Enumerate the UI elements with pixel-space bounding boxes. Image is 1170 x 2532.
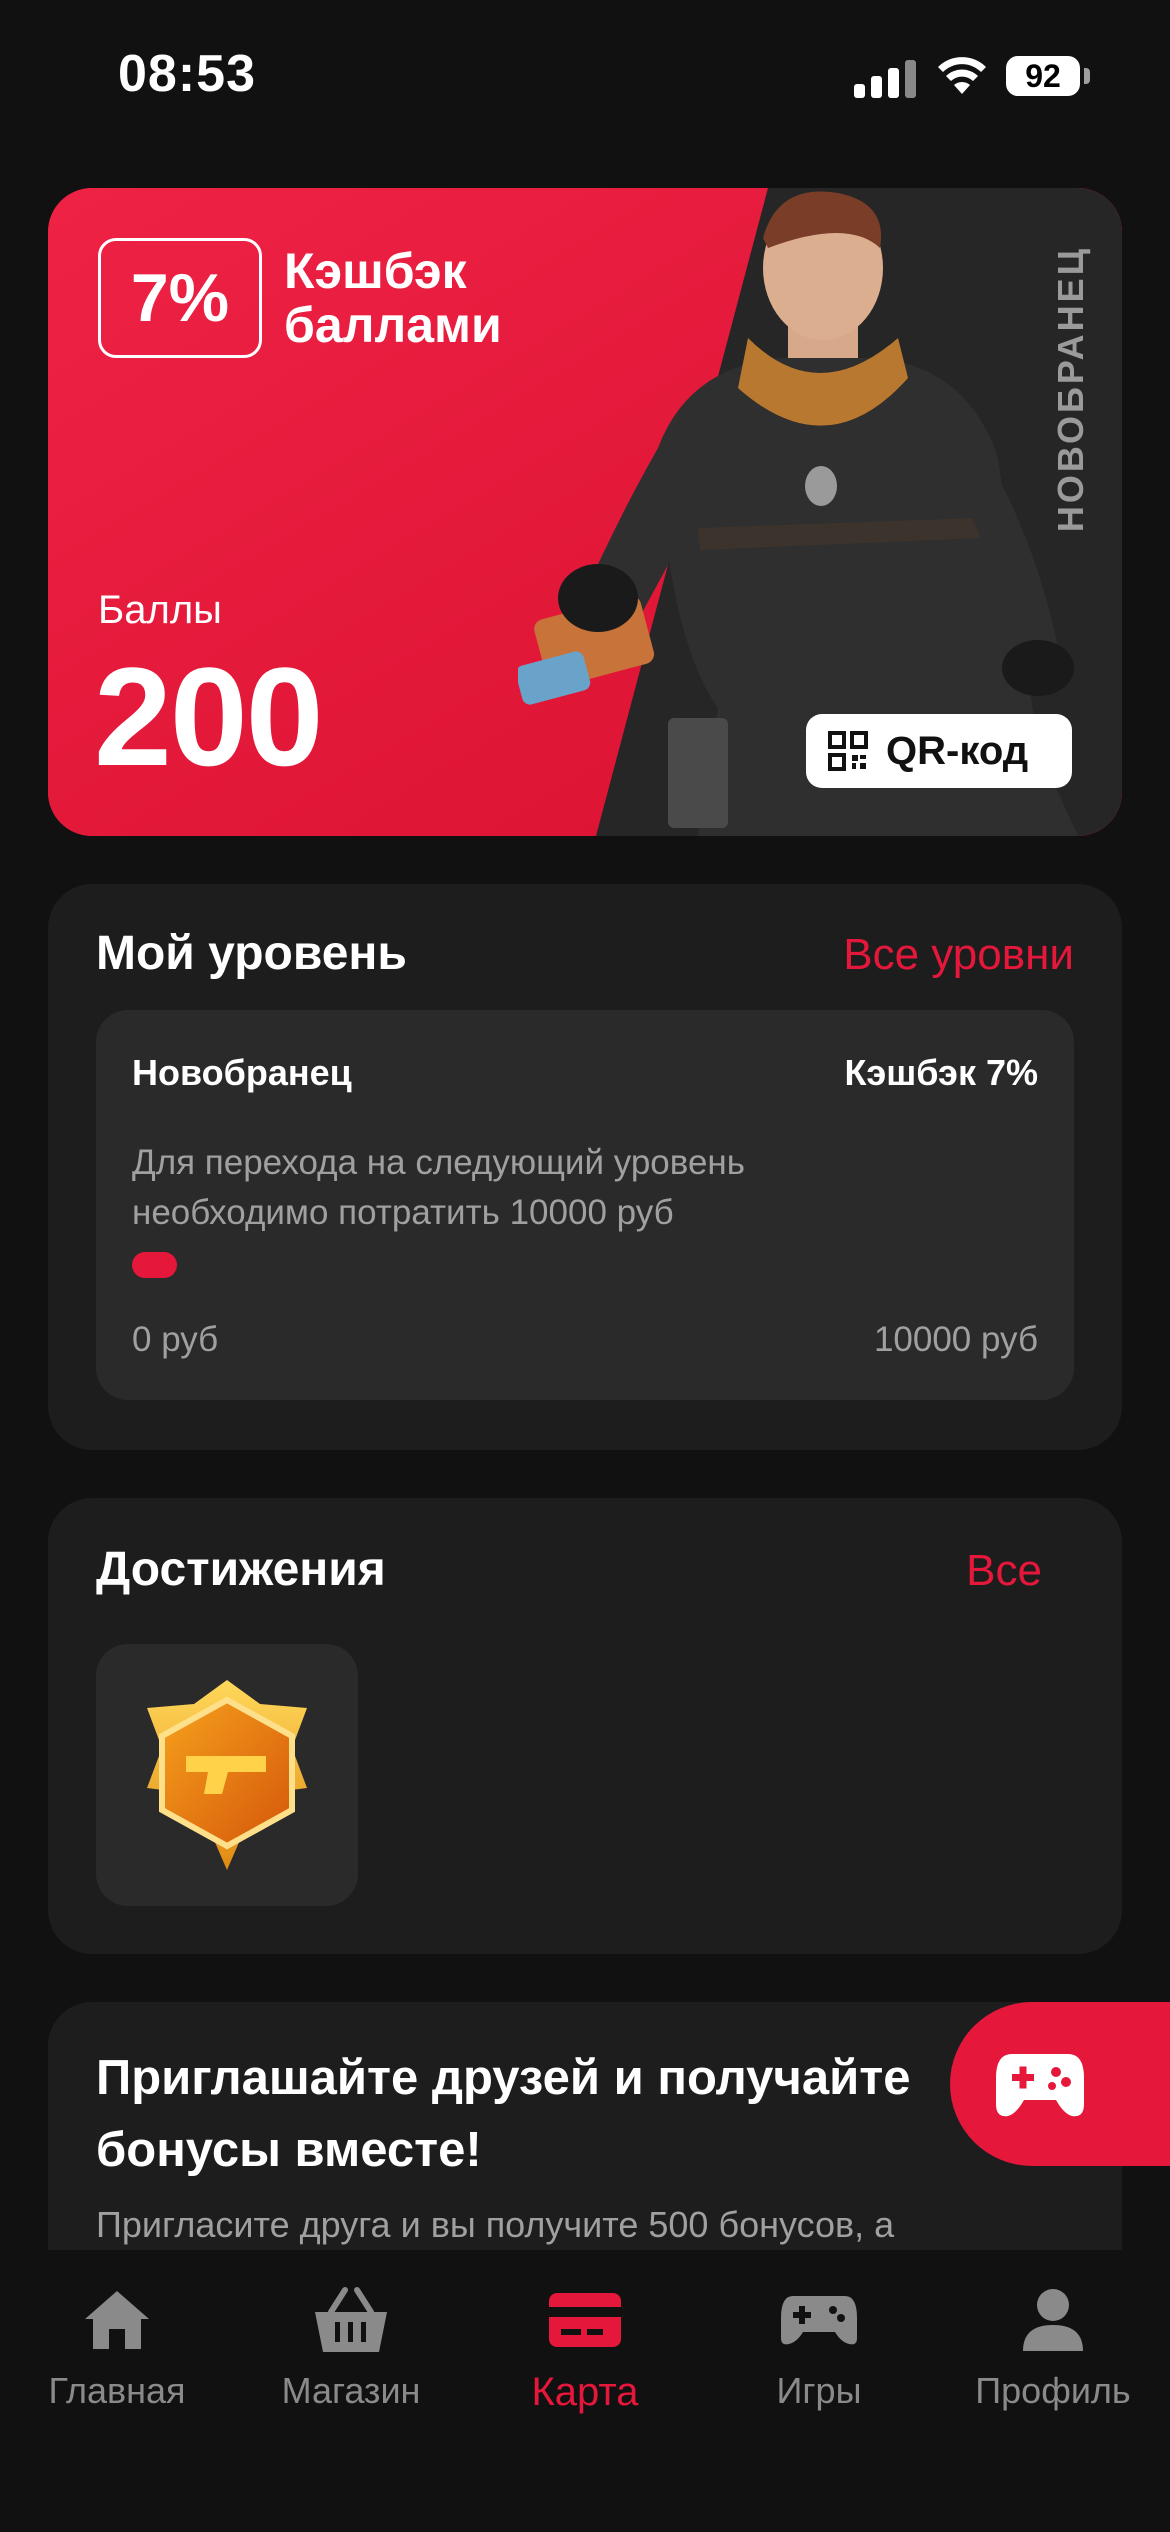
achievements-card: Достижения Все <box>48 1498 1122 1954</box>
cashback-title: Кэшбэк баллами <box>284 244 502 352</box>
progress-max-label: 10000 руб <box>873 1320 1038 1359</box>
progress-min-label: 0 руб <box>132 1320 219 1359</box>
level-description: Для перехода на следующий уровень необхо… <box>132 1143 745 1232</box>
card-icon <box>549 2293 621 2347</box>
cashback-title-line2: баллами <box>284 297 502 353</box>
level-name: Новобранец <box>132 1052 352 1093</box>
points-value: 200 <box>94 638 324 795</box>
level-cashback: Кэшбэк 7% <box>844 1052 1038 1093</box>
invite-title: Приглашайте друзей и получайте бонусы вм… <box>96 2051 911 2177</box>
status-bar: 08:53 92 <box>0 0 1170 150</box>
cashback-title-line1: Кэшбэк <box>284 243 467 299</box>
tab-home-label: Главная <box>48 2370 186 2411</box>
points-label: Баллы <box>98 588 222 632</box>
cellular-signal-icon <box>854 58 916 98</box>
home-icon <box>85 2291 149 2349</box>
pistol-badge-icon <box>147 1680 307 1870</box>
tab-profile-label: Профиль <box>975 2370 1131 2411</box>
gamepad-icon <box>996 2054 1084 2117</box>
battery-tip <box>1084 68 1090 84</box>
qr-code-button[interactable]: QR-код <box>806 714 1072 788</box>
tab-profile[interactable]: Профиль <box>936 2280 1170 2412</box>
loyalty-card[interactable]: 7% Кэшбэк баллами НОВОБРАНЕЦ Баллы 200 Q… <box>48 188 1122 836</box>
cashback-percent-badge: 7% <box>98 238 262 358</box>
all-levels-link[interactable]: Все уровни <box>843 930 1074 980</box>
my-level-card: Мой уровень Все уровни Новобранец Кэшбэк… <box>48 884 1122 1450</box>
level-progress-bar <box>132 1252 1038 1278</box>
level-progress-fill <box>132 1252 178 1278</box>
qr-code-label: QR-код <box>886 728 1029 773</box>
tab-shop[interactable]: Магазин <box>234 2280 468 2412</box>
level-details: Новобранец Кэшбэк 7% Для перехода на сле… <box>96 1010 1074 1400</box>
tab-card[interactable]: Карта <box>468 2280 702 2415</box>
all-achievements-link[interactable]: Все <box>966 1546 1042 1596</box>
tab-games[interactable]: Игры <box>702 2280 936 2412</box>
achievement-badge[interactable] <box>96 1644 358 1906</box>
achievements-title: Достижения <box>96 1543 386 1596</box>
user-icon <box>1023 2289 1083 2351</box>
tab-shop-label: Магазин <box>281 2370 421 2411</box>
gamepad-icon <box>781 2296 857 2345</box>
level-name-vertical: НОВОБРАНЕЦ <box>1050 246 1091 533</box>
tab-games-label: Игры <box>776 2370 862 2411</box>
tab-home[interactable]: Главная <box>0 2280 234 2412</box>
battery-level: 92 <box>1006 56 1080 96</box>
games-fab-button[interactable] <box>950 2002 1170 2166</box>
tab-card-label: Карта <box>531 2370 639 2414</box>
status-time: 08:53 <box>118 45 256 103</box>
basket-icon <box>315 2287 387 2352</box>
wifi-icon <box>938 57 986 94</box>
bottom-tab-bar: Главная Магазин Карта Игры Профиль <box>0 2250 1170 2532</box>
invite-description: Пригласите друга и вы получите 500 бонус… <box>96 2204 895 2245</box>
my-level-title: Мой уровень <box>96 927 407 980</box>
qr-code-icon <box>828 731 868 771</box>
